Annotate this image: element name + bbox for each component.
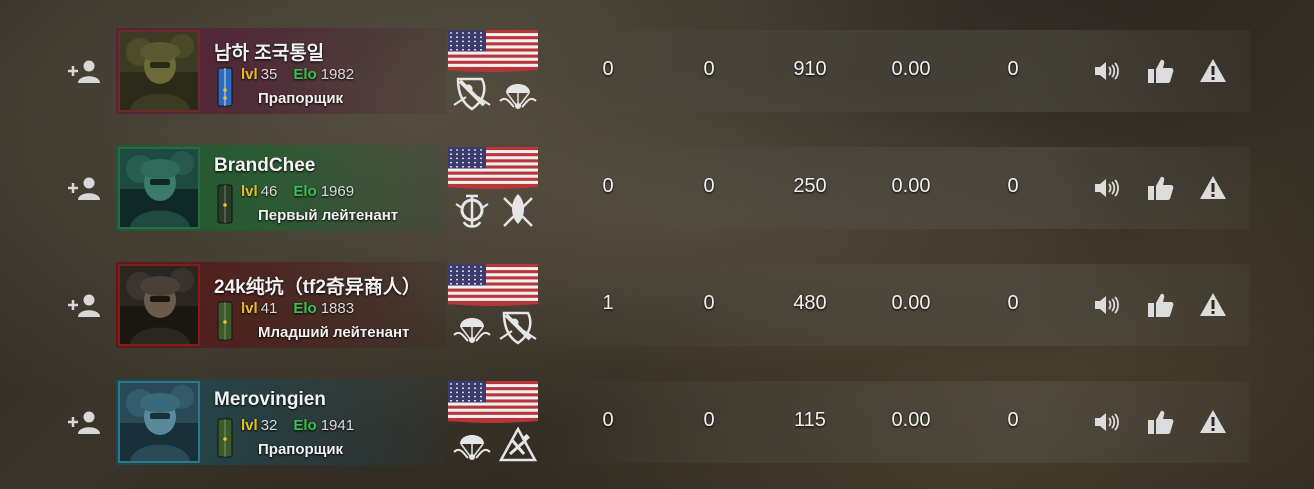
usa-flag-icon — [448, 264, 538, 306]
elo-value: 1883 — [320, 300, 355, 317]
level-label: lvl — [241, 66, 258, 83]
elo-label: Elo — [293, 183, 317, 200]
ratio-stat: 0.00 — [891, 175, 931, 197]
warning-icon[interactable] — [1199, 57, 1227, 85]
level-elo-line: lvl 46 Elo 1969 — [241, 183, 354, 200]
score-stat: 480 — [793, 292, 827, 314]
kills-stat: 0 — [602, 409, 614, 431]
level-label: lvl — [241, 417, 258, 434]
player-name[interactable]: Merovingien — [214, 389, 326, 411]
rank-title: Младший лейтенант — [258, 324, 410, 341]
player-card: 남하 조국통일 lvl 35 Elo 1982 Прапорщик — [116, 28, 446, 114]
deaths-stat: 0 — [703, 58, 715, 80]
airborne-unit-icon — [452, 309, 492, 347]
marines-unit-icon — [452, 192, 492, 230]
level-elo-line: lvl 41 Elo 1883 — [241, 300, 354, 317]
special-forces-unit-icon — [498, 192, 538, 230]
elo-label: Elo — [293, 417, 317, 434]
warning-icon[interactable] — [1199, 291, 1227, 319]
level-elo-line: lvl 32 Elo 1941 — [241, 417, 354, 434]
elo-value: 1982 — [320, 66, 355, 83]
add-friend-icon[interactable] — [66, 293, 102, 317]
kills-stat: 1 — [602, 292, 614, 314]
level-value: 35 — [260, 66, 278, 83]
kills-stat: 0 — [602, 175, 614, 197]
elo-value: 1969 — [320, 183, 355, 200]
player-card: Merovingien lvl 32 Elo 1941 Прапорщик — [116, 379, 446, 465]
level-elo-line: lvl 35 Elo 1982 — [241, 66, 354, 83]
cavalry-unit-icon — [452, 75, 492, 113]
player-row: Merovingien lvl 32 Elo 1941 Прапорщик 0 0 115… — [0, 379, 1314, 465]
avatar[interactable] — [118, 147, 200, 229]
score-stat: 115 — [794, 409, 826, 431]
avatar[interactable] — [118, 264, 200, 346]
deaths-stat: 0 — [703, 409, 715, 431]
airborne-unit-icon — [452, 426, 492, 464]
add-friend-icon[interactable] — [66, 176, 102, 200]
thumbs-up-icon[interactable] — [1146, 57, 1174, 85]
warning-icon[interactable] — [1199, 408, 1227, 436]
ratio-stat: 0.00 — [891, 58, 931, 80]
player-card: BrandChee lvl 46 Elo 1969 Первый лейтенант — [116, 145, 446, 231]
level-label: lvl — [241, 300, 258, 317]
cavalry-unit-icon — [498, 309, 538, 347]
speaker-icon[interactable] — [1092, 408, 1120, 436]
level-value: 41 — [260, 300, 278, 317]
level-label: lvl — [241, 183, 258, 200]
assists-stat: 0 — [1007, 175, 1019, 197]
engineer-unit-icon — [498, 426, 538, 464]
player-name[interactable]: 24k纯坑（tf2奇异商人） — [214, 272, 421, 299]
player-row: 24k纯坑（tf2奇异商人） lvl 41 Elo 1883 Младший лейт… — [0, 262, 1314, 348]
rank-insignia-icon — [215, 64, 235, 108]
rank-title: Прапорщик — [258, 90, 344, 107]
warning-icon[interactable] — [1199, 174, 1227, 202]
rank-title: Прапорщик — [258, 441, 344, 458]
ratio-stat: 0.00 — [891, 292, 931, 314]
thumbs-up-icon[interactable] — [1146, 291, 1174, 319]
level-value: 46 — [260, 183, 278, 200]
usa-flag-icon — [448, 147, 538, 189]
deaths-stat: 0 — [703, 175, 715, 197]
usa-flag-icon — [448, 30, 538, 72]
thumbs-up-icon[interactable] — [1146, 408, 1174, 436]
assists-stat: 0 — [1007, 292, 1019, 314]
player-name[interactable]: BrandChee — [214, 155, 315, 177]
elo-value: 1941 — [320, 417, 355, 434]
add-friend-icon[interactable] — [66, 59, 102, 83]
rank-insignia-icon — [215, 415, 235, 459]
kills-stat: 0 — [602, 58, 614, 80]
ratio-stat: 0.00 — [891, 409, 931, 431]
speaker-icon[interactable] — [1092, 291, 1120, 319]
rank-title: Первый лейтенант — [258, 207, 399, 224]
avatar[interactable] — [118, 30, 200, 112]
player-row: BrandChee lvl 46 Elo 1969 Первый лейтенант … — [0, 145, 1314, 231]
player-row: 남하 조국통일 lvl 35 Elo 1982 Прапорщик 0 0 910 0.00… — [0, 28, 1314, 114]
player-name[interactable]: 남하 조국통일 — [214, 38, 324, 65]
elo-label: Elo — [293, 66, 317, 83]
deaths-stat: 0 — [703, 292, 715, 314]
rank-insignia-icon — [215, 298, 235, 342]
speaker-icon[interactable] — [1092, 57, 1120, 85]
avatar[interactable] — [118, 381, 200, 463]
player-card: 24k纯坑（tf2奇异商人） lvl 41 Elo 1883 Младший лейт… — [116, 262, 446, 348]
rank-insignia-icon — [215, 181, 235, 225]
add-friend-icon[interactable] — [66, 410, 102, 434]
airborne-unit-icon — [498, 75, 538, 113]
speaker-icon[interactable] — [1092, 174, 1120, 202]
level-value: 32 — [260, 417, 278, 434]
score-stat: 910 — [793, 58, 827, 80]
assists-stat: 0 — [1007, 409, 1019, 431]
score-stat: 250 — [793, 175, 827, 197]
usa-flag-icon — [448, 381, 538, 423]
thumbs-up-icon[interactable] — [1146, 174, 1174, 202]
elo-label: Elo — [293, 300, 317, 317]
assists-stat: 0 — [1007, 58, 1019, 80]
